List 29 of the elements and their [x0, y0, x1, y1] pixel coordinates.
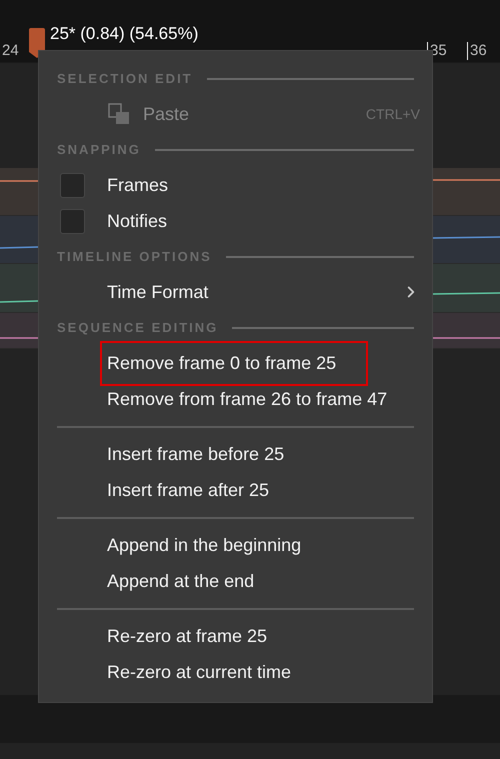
menu-item[interactable]: Re-zero at frame 25: [39, 618, 432, 654]
menu-item-label: Frames: [107, 174, 168, 196]
menu-item-label: Paste: [143, 104, 190, 124]
menu-item-label: Insert frame after 25: [107, 480, 270, 500]
menu-item[interactable]: Time Format: [39, 274, 432, 310]
menu-item[interactable]: Notifies: [39, 203, 432, 239]
menu-item[interactable]: Frames: [39, 167, 432, 203]
menu-item[interactable]: Append at the end: [39, 563, 432, 599]
checkbox[interactable]: [60, 208, 85, 234]
playhead-label: 25* (0.84) (54.65%): [50, 24, 198, 44]
menu-item-label: Re-zero at current time: [107, 662, 292, 682]
menu-item-label: Insert frame before 25: [107, 444, 284, 464]
menu-item-label: Time Format: [107, 282, 208, 302]
menu-item-label: Remove frame 0 to frame 25: [107, 352, 336, 374]
menu-item[interactable]: Insert frame after 25: [39, 472, 432, 508]
menu-item-label: Append in the beginning: [107, 534, 302, 556]
menu-item-label: Notifies: [107, 210, 168, 232]
menu-item[interactable]: Remove from frame 26 to frame 47: [39, 381, 432, 417]
paste-icon: [108, 103, 130, 125]
menu-item[interactable]: Re-zero at current time: [39, 654, 432, 690]
ruler-tick-label: 36: [467, 42, 500, 60]
ruler-tick-label: 24: [1, 42, 20, 60]
menu-item[interactable]: Insert frame before 25: [39, 436, 432, 472]
menu-item-label: Append at the end: [107, 570, 254, 592]
checkbox[interactable]: [60, 172, 85, 198]
menu-item[interactable]: Append in the beginning: [39, 527, 432, 563]
menu-item[interactable]: Remove frame 0 to frame 25: [39, 345, 432, 381]
menu-item-label: Remove from frame 26 to frame 47: [107, 388, 388, 410]
menu-item-label: Re-zero at frame 25: [107, 626, 268, 646]
